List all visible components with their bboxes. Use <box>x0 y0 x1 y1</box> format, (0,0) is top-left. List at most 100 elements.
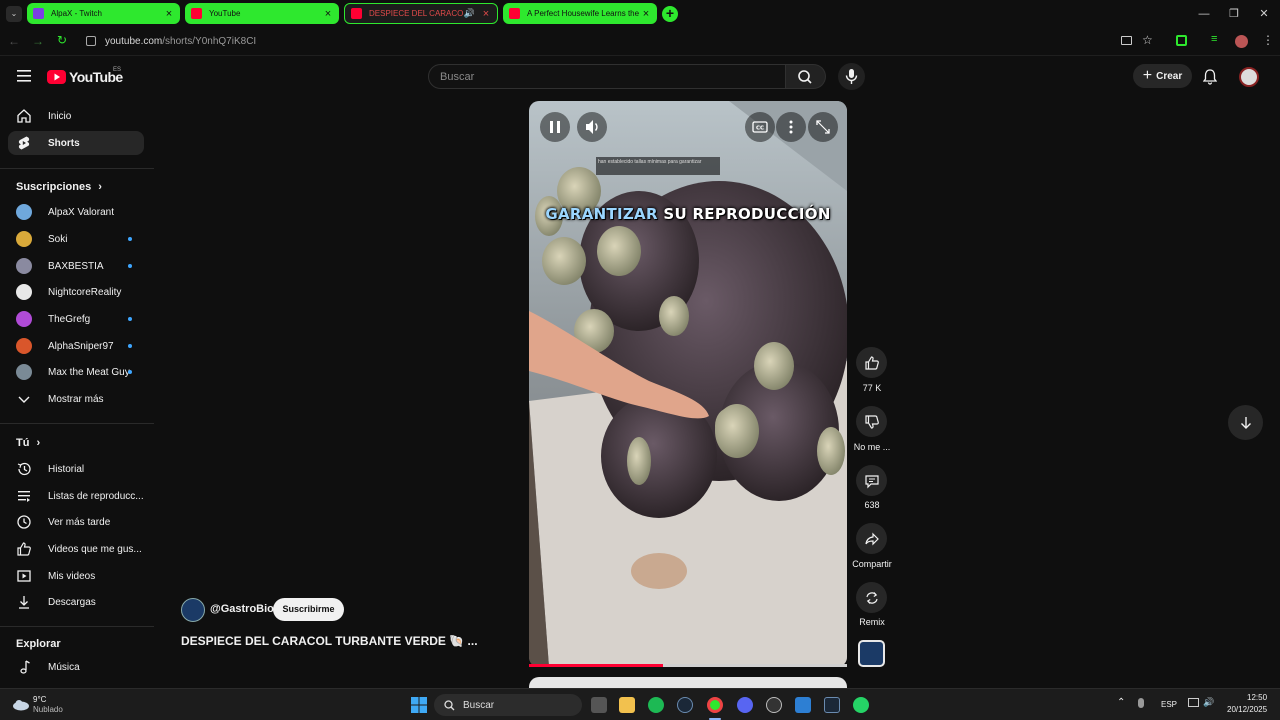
dislike-button[interactable] <box>856 406 887 437</box>
next-short-button[interactable] <box>1228 405 1263 440</box>
media-control-icon[interactable]: ≡ <box>1211 33 1217 45</box>
sidebar-item-alpax-valorant[interactable]: AlpaX Valorant <box>8 200 144 224</box>
steam-secondary-icon[interactable] <box>824 697 840 713</box>
extensions-icon[interactable] <box>1176 35 1187 46</box>
fullscreen-button[interactable] <box>808 112 838 142</box>
volume-button[interactable] <box>577 112 607 142</box>
more-options-button[interactable] <box>776 112 806 142</box>
video-title[interactable]: DESPIECE DEL CARACOL TURBANTE VERDE 🐚 ..… <box>181 634 478 648</box>
speaker-icon[interactable]: 🔊 <box>464 8 475 19</box>
subscribe-button[interactable]: Suscribirme <box>273 598 344 621</box>
search-input[interactable]: Buscar <box>428 64 786 89</box>
task-view-icon[interactable] <box>591 697 607 713</box>
url-field[interactable]: youtube.com/shorts/Y0nhQ7iK8CI <box>105 36 256 47</box>
close-icon[interactable]: × <box>164 8 174 19</box>
site-info-icon[interactable] <box>86 36 96 46</box>
sidebar-item-my-videos[interactable]: Mis videos <box>8 564 144 588</box>
browser-tab-strip: ⌄ AlpaX - Twitch × YouTube × DESPIECE DE… <box>0 0 1280 28</box>
hamburger-menu-icon[interactable] <box>17 70 31 82</box>
tab-housewife[interactable]: A Perfect Housewife Learns the × <box>503 3 657 24</box>
sidebar-item-historial[interactable]: Historial <box>8 457 144 481</box>
dislike-label: No me ... <box>853 442 891 452</box>
search-button[interactable] <box>786 64 826 89</box>
taskbar-search[interactable]: Buscar <box>434 694 582 716</box>
tab-search-button[interactable]: ⌄ <box>6 6 22 22</box>
tray-chevron-up-icon[interactable]: ⌃ <box>1117 697 1125 708</box>
sidebar-item-playlists[interactable]: Listas de reproducc... <box>8 484 144 508</box>
file-explorer-icon[interactable] <box>619 697 635 713</box>
chrome-icon[interactable] <box>707 697 723 713</box>
remix-button[interactable] <box>856 582 887 613</box>
restore-icon[interactable]: ❐ <box>1226 6 1242 22</box>
download-icon <box>16 594 32 610</box>
weather-widget[interactable]: 9°C Nublado <box>12 694 82 716</box>
profile-avatar[interactable] <box>1235 35 1248 48</box>
reload-icon[interactable]: ↻ <box>57 33 67 47</box>
close-icon[interactable]: × <box>481 8 491 19</box>
captions-button[interactable]: CC <box>745 112 775 142</box>
voice-search-button[interactable] <box>838 63 865 90</box>
sidebar-item-label: Mis videos <box>48 570 96 582</box>
forward-icon[interactable]: → <box>32 34 44 48</box>
sidebar-item-thegrefg[interactable]: TheGrefg <box>8 307 144 331</box>
discord-icon[interactable] <box>737 697 753 713</box>
like-button[interactable] <box>856 347 887 378</box>
sidebar-item-liked-videos[interactable]: Videos que me gus... <box>8 537 144 561</box>
sound-source-thumbnail[interactable] <box>858 640 885 667</box>
sidebar-item-inicio[interactable]: Inicio <box>8 104 144 128</box>
sidebar-item-show-more[interactable]: Mostrar más <box>8 387 144 411</box>
notifications-bell-icon[interactable] <box>1203 69 1217 85</box>
speaker-tray-icon[interactable]: 🔊 <box>1203 697 1214 708</box>
cast-icon[interactable] <box>1121 36 1132 45</box>
close-icon[interactable]: × <box>323 8 333 19</box>
sidebar-item-nightcorereality[interactable]: NightcoreReality <box>8 280 144 304</box>
new-tab-button[interactable]: + <box>662 6 678 22</box>
clock-date[interactable]: 20/12/2025 <box>1227 705 1267 714</box>
photos-icon[interactable] <box>795 697 811 713</box>
tab-twitch[interactable]: AlpaX - Twitch × <box>27 3 180 24</box>
sidebar-item-shorts[interactable]: Shorts <box>8 131 144 155</box>
clock-time[interactable]: 12:50 <box>1247 693 1267 702</box>
video-progress-bar[interactable] <box>529 664 847 667</box>
subscriptions-heading[interactable]: Suscripciones › <box>16 181 102 193</box>
you-heading[interactable]: Tú › <box>16 437 40 449</box>
steam-icon[interactable] <box>677 697 693 713</box>
bookmark-star-icon[interactable]: ☆ <box>1142 33 1153 47</box>
sidebar-item-label: AlphaSniper97 <box>48 340 114 352</box>
comments-button[interactable] <box>856 465 887 496</box>
close-icon[interactable]: × <box>641 8 651 19</box>
channel-name[interactable]: @GastroBio <box>210 603 274 615</box>
sidebar-item-musica[interactable]: Música <box>8 655 144 679</box>
minimize-icon[interactable]: — <box>1196 6 1212 22</box>
small-subtitle: han establecido tallas mínimas para gara… <box>596 157 720 175</box>
sidebar-item-soki[interactable]: Soki <box>8 227 144 251</box>
plus-icon: + <box>1142 67 1153 84</box>
pause-button[interactable] <box>540 112 570 142</box>
back-icon[interactable]: ← <box>8 34 20 48</box>
sidebar-item-label: Historial <box>48 463 85 475</box>
browser-menu-icon[interactable]: ⋮ <box>1262 33 1274 47</box>
create-button[interactable]: + Crear <box>1133 64 1192 88</box>
language-indicator[interactable]: ESP <box>1161 700 1177 709</box>
channel-avatar[interactable] <box>181 598 205 622</box>
sidebar-item-alphasniper97[interactable]: AlphaSniper97 <box>8 334 144 358</box>
tab-short-active[interactable]: DESPIECE DEL CARACOL TURBANTE 🔊 × <box>344 3 498 24</box>
sidebar-item-downloads[interactable]: Descargas <box>8 590 144 614</box>
network-icon[interactable] <box>1188 698 1199 707</box>
shorts-video-player[interactable]: CC <box>529 101 847 667</box>
sidebar-item-max-the-meat-guy[interactable]: Max the Meat Guy <box>8 360 144 384</box>
microphone-tray-icon[interactable] <box>1138 698 1144 708</box>
tab-youtube[interactable]: YouTube × <box>185 3 339 24</box>
windows-icon <box>411 697 427 713</box>
sidebar-item-watch-later[interactable]: Ver más tarde <box>8 510 144 534</box>
sidebar-item-baxbestia[interactable]: BAXBESTIA <box>8 254 144 278</box>
youtube-logo[interactable]: YouTube <box>47 69 123 85</box>
whatsapp-icon[interactable] <box>853 697 869 713</box>
tab-label: YouTube <box>209 9 241 18</box>
start-button[interactable] <box>411 697 427 713</box>
overlay-app-icon[interactable] <box>766 697 782 713</box>
close-window-icon[interactable]: ✕ <box>1256 6 1272 22</box>
account-avatar[interactable] <box>1239 67 1259 87</box>
share-button[interactable] <box>856 523 887 554</box>
spotify-icon[interactable] <box>648 697 664 713</box>
